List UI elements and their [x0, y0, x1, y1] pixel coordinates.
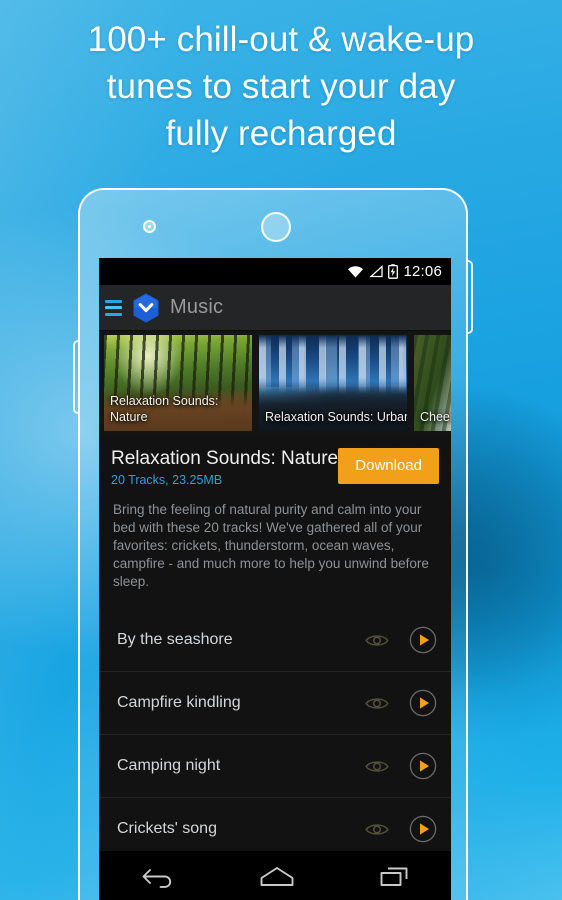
android-navigation-bar: [99, 851, 451, 900]
play-icon[interactable]: [409, 689, 437, 717]
wifi-icon: [348, 266, 364, 278]
track-row[interactable]: By the seashore: [99, 609, 451, 672]
app-title: Music: [170, 296, 224, 318]
eye-icon[interactable]: [365, 822, 389, 837]
track-row[interactable]: Camping night: [99, 735, 451, 798]
status-bar: 12:06: [99, 258, 451, 285]
album-card-label: Relaxation Sounds: Nature: [110, 393, 219, 424]
volume-button[interactable]: [73, 340, 80, 414]
album-meta: 20 Tracks, 23.25MB: [111, 473, 223, 487]
album-carousel[interactable]: Relaxation Sounds: Nature Relaxation Sou…: [99, 331, 451, 434]
recent-apps-icon[interactable]: [379, 865, 409, 889]
album-card-urban[interactable]: Relaxation Sounds: Urban: [259, 334, 407, 431]
hexagon-chevron-logo-icon[interactable]: [131, 292, 161, 324]
battery-charging-icon: [388, 264, 399, 279]
play-icon[interactable]: [409, 815, 437, 843]
play-icon[interactable]: [409, 626, 437, 654]
album-card-label: Relaxation Sounds: Urban: [265, 409, 407, 424]
album-header: Relaxation Sounds: Nature 20 Tracks, 23.…: [99, 434, 451, 491]
track-list: By the seashore Campfire kindling Campin…: [99, 609, 451, 861]
hamburger-menu-icon[interactable]: [105, 299, 122, 316]
album-title: Relaxation Sounds: Nature: [111, 448, 339, 469]
headline-line-2: tunes to start your day: [106, 67, 456, 106]
album-card-label: Cheerful Nature: [420, 409, 451, 424]
eye-icon[interactable]: [365, 696, 389, 711]
status-time: 12:06: [403, 263, 442, 280]
eye-icon[interactable]: [365, 759, 389, 774]
headline-line-1: 100+ chill-out & wake-up: [87, 20, 475, 59]
phone-screen: 12:06 Music Relaxation Sounds: Nature Re…: [99, 258, 451, 900]
album-text-block: Relaxation Sounds: Nature 20 Tracks, 23.…: [111, 447, 338, 487]
promo-headline: 100+ chill-out & wake-up tunes to start …: [0, 16, 562, 157]
phone-frame: 12:06 Music Relaxation Sounds: Nature Re…: [73, 188, 473, 900]
home-icon[interactable]: [259, 865, 295, 889]
track-row[interactable]: Campfire kindling: [99, 672, 451, 735]
album-card-cheerful[interactable]: Cheerful Nature: [414, 334, 451, 431]
power-button[interactable]: [466, 260, 473, 334]
album-description: Bring the feeling of natural purity and …: [113, 502, 429, 589]
track-name: Crickets' song: [117, 820, 217, 837]
headline-line-3: fully recharged: [165, 114, 397, 153]
signal-icon: [369, 265, 384, 278]
camera-dot-icon: [143, 220, 156, 233]
download-button[interactable]: Download: [338, 448, 439, 484]
track-name: Campfire kindling: [117, 694, 241, 711]
speaker-sensor-icon: [261, 212, 291, 242]
track-name: Camping night: [117, 757, 221, 774]
track-name: By the seashore: [117, 631, 233, 648]
album-card-nature[interactable]: Relaxation Sounds: Nature: [104, 334, 252, 431]
app-bar: Music: [99, 285, 451, 331]
eye-icon[interactable]: [365, 633, 389, 648]
back-arrow-icon[interactable]: [141, 865, 175, 889]
play-icon[interactable]: [409, 752, 437, 780]
